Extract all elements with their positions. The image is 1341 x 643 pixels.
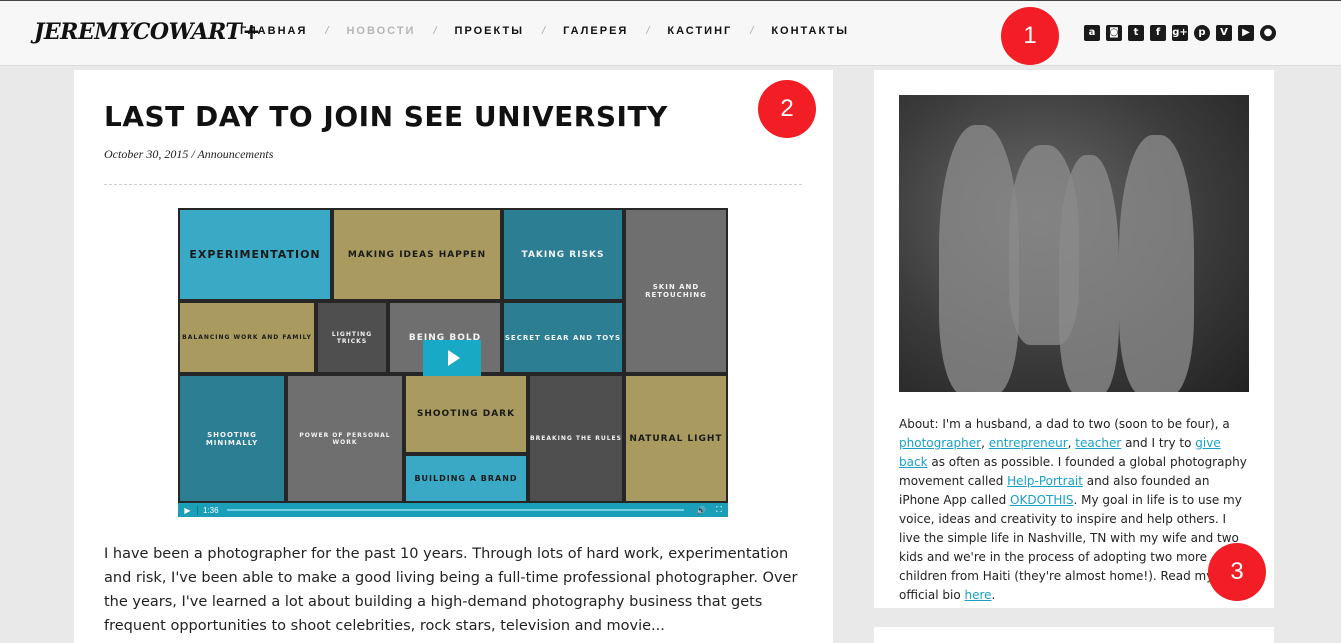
video-tile: SECRET GEAR AND TOYS <box>502 301 624 374</box>
video-tile: POWER OF PERSONAL WORK <box>286 374 404 503</box>
youtube-icon[interactable]: ▶ <box>1238 25 1254 41</box>
nav-item-home[interactable]: ГЛАВНАЯ <box>240 25 307 37</box>
video-controls: ▶ 1:36 🔊 ⛶ <box>178 503 728 517</box>
video-time: 1:36 <box>203 505 219 515</box>
amazon-icon[interactable]: a <box>1084 25 1100 41</box>
nav-item-contacts[interactable]: КОНТАКТЫ <box>771 25 849 37</box>
nav-separator: / <box>433 25 437 37</box>
google-plus-icon[interactable]: g+ <box>1172 25 1188 41</box>
main-nav: ГЛАВНАЯ / НОВОСТИ / ПРОЕКТЫ / ГАЛЕРЕЯ / … <box>240 25 849 37</box>
link-help-portrait[interactable]: Help-Portrait <box>1007 474 1083 488</box>
video-tile: BREAKING THE RULES <box>528 374 624 503</box>
video-tile: SHOOTING MINIMALLY <box>178 374 286 503</box>
facebook-icon[interactable]: f <box>1150 25 1166 41</box>
location-icon[interactable]: ● <box>1260 25 1276 41</box>
nav-item-gallery[interactable]: ГАЛЕРЕЯ <box>563 25 628 37</box>
video-tile: MAKING IDEAS HAPPEN <box>332 208 502 301</box>
nav-separator: / <box>646 25 650 37</box>
link-okdothis[interactable]: OKDOTHIS <box>1010 493 1074 507</box>
fullscreen-icon[interactable]: ⛶ <box>710 505 728 515</box>
annotation-badge: 1 <box>1001 7 1059 65</box>
twitter-icon[interactable]: t <box>1128 25 1144 41</box>
annotation-badge: 3 <box>1208 543 1266 601</box>
divider <box>104 184 802 185</box>
video-tile: TAKING RISKS <box>502 208 624 301</box>
video-tile: BALANCING WORK AND FAMILY <box>178 301 316 374</box>
family-photo <box>899 95 1249 392</box>
link-bio-here[interactable]: here <box>964 588 991 602</box>
top-navigation-bar: JEREMYCOWART+ ГЛАВНАЯ / НОВОСТИ / ПРОЕКТ… <box>0 0 1341 66</box>
annotation-badge: 2 <box>758 80 816 138</box>
about-text: About: I'm a husband, a dad to two (soon… <box>899 417 1247 602</box>
video-tile: SHOOTING DARK <box>404 374 528 454</box>
post-card: LAST DAY TO JOIN SEE UNIVERSITY October … <box>74 70 833 643</box>
post-excerpt: I have been a photographer for the past … <box>104 546 798 634</box>
social-links: a ◙ t f g+ p V ▶ ● <box>1084 25 1276 41</box>
link-photographer[interactable]: photographer <box>899 436 981 450</box>
nav-separator: / <box>750 25 754 37</box>
nav-item-news[interactable]: НОВОСТИ <box>346 25 415 37</box>
post-title[interactable]: LAST DAY TO JOIN SEE UNIVERSITY <box>104 100 668 133</box>
video-player[interactable]: EXPERIMENTATION MAKING IDEAS HAPPEN TAKI… <box>178 208 728 517</box>
sidebar-about-widget: About: I'm a husband, a dad to two (soon… <box>874 70 1274 608</box>
video-tile: NATURAL LIGHT <box>624 374 728 503</box>
link-teacher[interactable]: teacher <box>1075 436 1121 450</box>
post-meta: October 30, 2015 / Announcements <box>104 147 274 161</box>
video-tile: BUILDING A BRAND <box>404 454 528 503</box>
nav-separator: / <box>325 25 329 37</box>
nav-item-projects[interactable]: ПРОЕКТЫ <box>455 25 524 37</box>
sidebar-widget <box>874 627 1274 643</box>
volume-icon[interactable]: 🔊 <box>692 506 710 515</box>
video-progress-track[interactable] <box>226 509 684 511</box>
vimeo-icon[interactable]: V <box>1216 25 1232 41</box>
link-entrepreneur[interactable]: entrepreneur <box>989 436 1068 450</box>
instagram-icon[interactable]: ◙ <box>1106 25 1122 41</box>
nav-separator: / <box>542 25 546 37</box>
pinterest-icon[interactable]: p <box>1194 25 1210 41</box>
video-tile: EXPERIMENTATION <box>178 208 332 301</box>
video-tile: SKIN AND RETOUCHING <box>624 208 728 374</box>
video-tile: LIGHTING TRICKS <box>316 301 388 374</box>
video-play-button[interactable] <box>423 340 481 376</box>
nav-item-casting[interactable]: КАСТИНГ <box>667 25 732 37</box>
site-logo[interactable]: JEREMYCOWART+ <box>34 19 261 45</box>
play-icon[interactable]: ▶ <box>178 505 198 515</box>
